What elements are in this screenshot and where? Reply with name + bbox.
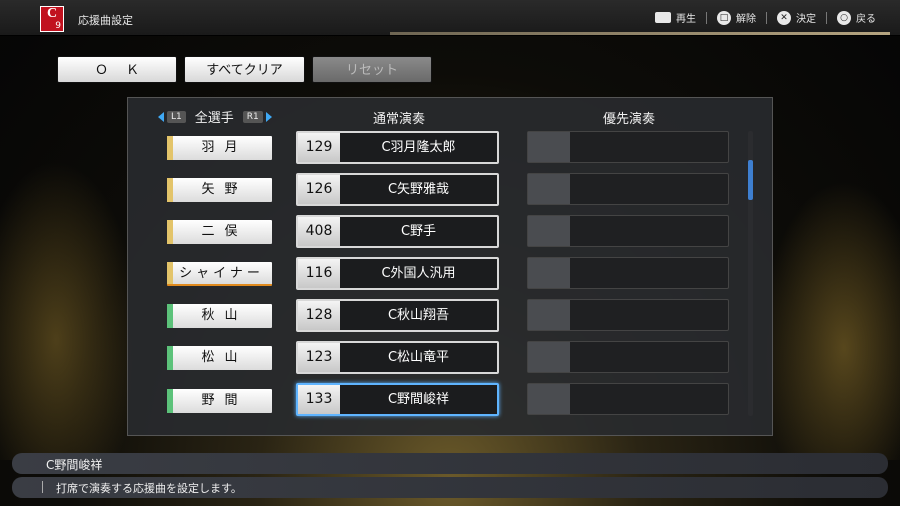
hint-back[interactable]: ○ 戻る <box>837 10 876 25</box>
circle-button-icon: ○ <box>837 10 851 25</box>
song-name: C松山竜平 <box>387 350 450 365</box>
priority-song-slot[interactable] <box>527 131 729 163</box>
l1-button[interactable]: L1 <box>167 110 186 123</box>
priority-song-slot[interactable] <box>527 173 729 205</box>
normal-song-slot[interactable]: 128 C秋山翔吾 <box>296 299 499 332</box>
song-number-empty <box>528 300 570 330</box>
player-name-label: 矢野 <box>201 182 248 197</box>
song-name: C野間峻祥 <box>387 392 450 407</box>
selected-song-name: C野間峻祥 <box>46 458 103 472</box>
song-number: 116 <box>298 259 340 288</box>
song-number: 129 <box>298 133 340 162</box>
normal-song-slot[interactable]: 129 C羽月隆太郎 <box>296 131 499 164</box>
position-color-bar <box>167 262 173 284</box>
team-logo-number: 9 <box>55 21 61 31</box>
team-logo-letter: C <box>46 6 58 21</box>
song-name: C外国人汎用 <box>381 266 456 281</box>
priority-song-slot[interactable] <box>527 257 729 289</box>
player-name[interactable]: シャイナー <box>167 262 272 286</box>
song-number: 133 <box>298 385 340 414</box>
priority-song-slot[interactable] <box>527 215 729 247</box>
song-number: 123 <box>298 343 340 372</box>
player-name-label: 野間 <box>201 393 248 408</box>
normal-song-slot[interactable]: 123 C松山竜平 <box>296 341 499 374</box>
column-priority-header: 優先演奏 <box>603 112 656 127</box>
description-caret <box>42 481 43 493</box>
player-name-label: 松山 <box>201 350 248 365</box>
button-hints: 再生 □ 解除 ✕ 決定 ○ 戻る <box>655 10 876 25</box>
player-name[interactable]: 秋山 <box>167 304 272 328</box>
description-text: 打席で演奏する応援曲を設定します。 <box>56 482 242 495</box>
hint-play[interactable]: 再生 <box>655 10 696 25</box>
hint-play-label: 再生 <box>676 14 696 25</box>
hint-separator <box>766 11 767 24</box>
header-accent-line <box>390 32 890 35</box>
clear-all-button[interactable]: すべてクリア <box>184 56 305 83</box>
song-number: 408 <box>298 217 340 246</box>
player-name[interactable]: 二俣 <box>167 220 272 244</box>
description-bar: 打席で演奏する応援曲を設定します。 <box>12 477 888 498</box>
player-name-label: 秋山 <box>201 308 248 323</box>
background-glow-right <box>760 180 900 460</box>
song-name: C野手 <box>400 224 437 239</box>
hint-separator <box>706 11 707 24</box>
song-name: C矢野雅哉 <box>387 182 450 197</box>
touchpad-icon <box>655 12 671 23</box>
song-number: 128 <box>298 301 340 330</box>
song-name: C秋山翔吾 <box>387 308 450 323</box>
ok-button[interactable]: ＯＫ <box>57 56 177 83</box>
position-color-bar <box>167 136 173 160</box>
song-number-empty <box>528 216 570 246</box>
normal-song-slot[interactable]: 408 C野手 <box>296 215 499 248</box>
position-color-bar <box>167 389 173 413</box>
background-glow-left <box>0 160 140 460</box>
player-name[interactable]: 松山 <box>167 346 272 370</box>
page-title: 応援曲設定 <box>78 14 133 27</box>
normal-song-slot-selected[interactable]: 133 C野間峻祥 <box>296 383 499 416</box>
priority-song-slot[interactable] <box>527 383 729 415</box>
hint-back-label: 戻る <box>856 14 876 25</box>
hint-clear-label: 解除 <box>736 14 756 25</box>
hint-confirm-label: 決定 <box>796 14 816 25</box>
cross-button-icon: ✕ <box>777 10 791 25</box>
square-button-icon: □ <box>717 10 731 25</box>
song-number-empty <box>528 174 570 204</box>
arrow-left-icon[interactable] <box>158 111 164 122</box>
team-logo: C 9 <box>40 6 64 32</box>
hint-confirm[interactable]: ✕ 決定 <box>777 10 816 25</box>
selected-song-bar: C野間峻祥 <box>12 453 888 474</box>
hint-clear[interactable]: □ 解除 <box>717 10 756 25</box>
song-name: C羽月隆太郎 <box>381 140 456 155</box>
normal-song-slot[interactable]: 126 C矢野雅哉 <box>296 173 499 206</box>
scrollbar-thumb[interactable] <box>748 160 753 200</box>
song-number: 126 <box>298 175 340 204</box>
player-name-label: 羽月 <box>201 140 248 155</box>
song-number-empty <box>528 384 570 414</box>
position-color-bar <box>167 178 173 202</box>
player-name[interactable]: 羽月 <box>167 136 272 160</box>
priority-song-slot[interactable] <box>527 341 729 373</box>
scrollbar[interactable] <box>748 131 753 416</box>
filter-label: 全選手 <box>194 111 234 126</box>
player-name-label: シャイナー <box>179 266 264 281</box>
arrow-right-icon[interactable] <box>265 111 272 122</box>
position-color-bar <box>167 346 173 370</box>
song-number-empty <box>528 258 570 288</box>
r1-button[interactable]: R1 <box>242 110 263 123</box>
position-color-bar <box>167 220 173 244</box>
column-normal-header: 通常演奏 <box>373 112 426 127</box>
player-name[interactable]: 矢野 <box>167 178 272 202</box>
position-color-bar <box>167 304 173 328</box>
priority-song-slot[interactable] <box>527 299 729 331</box>
song-number-empty <box>528 342 570 372</box>
normal-song-slot[interactable]: 116 C外国人汎用 <box>296 257 499 290</box>
hint-separator <box>826 11 827 24</box>
song-number-empty <box>528 132 570 162</box>
player-name[interactable]: 野間 <box>167 389 272 413</box>
player-filter[interactable]: L1 全選手 R1 <box>158 107 272 126</box>
reset-button[interactable]: リセット <box>312 56 432 83</box>
player-name-label: 二俣 <box>201 224 248 239</box>
